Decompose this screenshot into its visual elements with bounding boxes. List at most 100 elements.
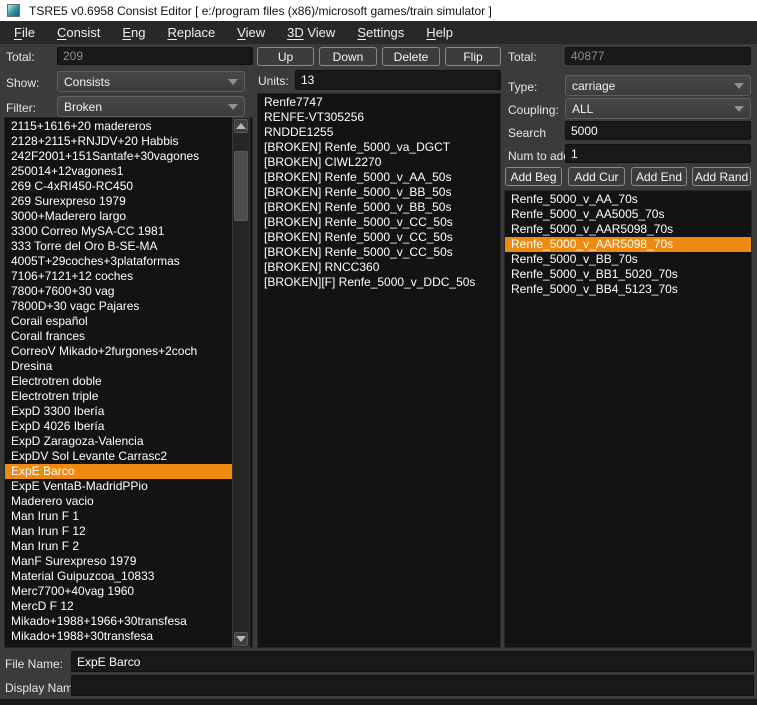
consist-list-item[interactable]: ExpD 3300 Ibería (5, 404, 233, 419)
consist-list-item[interactable]: Corail frances (5, 329, 233, 344)
shape-list-item[interactable]: Renfe_5000_v_BB1_5020_70s (505, 267, 751, 282)
unit-list-item[interactable]: RNDDE1255 (258, 125, 500, 140)
scroll-up-button[interactable] (234, 119, 248, 133)
shape-list-item[interactable]: Renfe_5000_v_AA_70s (505, 192, 751, 207)
show-label: Show: (6, 76, 39, 90)
consist-list-item[interactable]: MercD F 12 (5, 599, 233, 614)
search-field[interactable]: 5000 (565, 121, 751, 140)
consist-list-item[interactable]: 3300 Correo MySA-CC 1981 (5, 224, 233, 239)
menu-view[interactable]: View (226, 21, 276, 44)
add-cur-button[interactable]: Add Cur (568, 167, 625, 186)
down-button[interactable]: Down (319, 47, 377, 66)
consist-list-item[interactable]: Electrotren doble (5, 374, 233, 389)
consist-list-item[interactable]: Mikado+1988+30transfesa (5, 629, 233, 644)
scrollbar-thumb[interactable] (234, 151, 248, 221)
consist-list-item[interactable]: ExpE VentaB-MadridPPio (5, 479, 233, 494)
shape-list-item[interactable]: Renfe_5000_v_AAR5098_70s (505, 222, 751, 237)
unit-list-item[interactable]: [BROKEN] Renfe_5000_v_BB_50s (258, 200, 500, 215)
display-name-field[interactable] (71, 675, 754, 696)
arrow-down-icon (236, 636, 246, 642)
consist-list-item[interactable]: ExpE Barco (5, 464, 233, 479)
up-button[interactable]: Up (257, 47, 314, 66)
unit-list: Renfe7747RENFE-VT305256RNDDE1255[BROKEN]… (257, 93, 501, 648)
consist-list-item[interactable]: 7106+7121+12 coches (5, 269, 233, 284)
consist-list-scrollbar[interactable] (232, 117, 250, 648)
consist-list-item[interactable]: Merc7700+40vag 1960 (5, 584, 233, 599)
menu-settings[interactable]: Settings (346, 21, 415, 44)
num-to-add-field[interactable]: 1 (565, 144, 751, 163)
consist-list-item[interactable]: ManF Surexpreso 1979 (5, 554, 233, 569)
consist-list-item[interactable]: 269 C-4xRI450-RC450 (5, 179, 233, 194)
unit-list-item[interactable]: [BROKEN] Renfe_5000_v_CC_50s (258, 230, 500, 245)
unit-list-item[interactable]: [BROKEN] Renfe_5000_va_DGCT (258, 140, 500, 155)
consist-list-item[interactable]: 2115+1616+20 madereros (5, 119, 233, 134)
filter-dropdown[interactable]: Broken (57, 96, 245, 117)
menu-eng[interactable]: Eng (111, 21, 156, 44)
tsre5-consist-editor-window: TSRE5 v0.6958 Consist Editor [ e:/progra… (0, 0, 757, 705)
consist-list-item[interactable]: 7800+7600+30 vag (5, 284, 233, 299)
consist-list-item[interactable]: 2128+2115+RNJDV+20 Habbis (5, 134, 233, 149)
consist-list-item[interactable]: 333 Torre del Oro B-SE-MA (5, 239, 233, 254)
unit-list-item[interactable]: [BROKEN] Renfe_5000_v_AA_50s (258, 170, 500, 185)
add-rand-button[interactable]: Add Rand (692, 167, 751, 186)
shape-list-item[interactable]: Renfe_5000_v_BB_70s (505, 252, 751, 267)
file-name-field[interactable]: ExpE Barco (71, 651, 754, 672)
consist-list-item[interactable]: Maderero vacio (5, 494, 233, 509)
unit-list-item[interactable]: [BROKEN] Renfe_5000_v_CC_50s (258, 215, 500, 230)
menu-help[interactable]: Help (415, 21, 464, 44)
unit-list-item[interactable]: [BROKEN] CIWL2270 (258, 155, 500, 170)
scroll-down-button[interactable] (234, 632, 248, 646)
consist-list-item[interactable]: CorreoV Mikado+2furgones+2coch (5, 344, 233, 359)
units-field[interactable]: 13 (295, 70, 501, 90)
consist-list-item[interactable]: 242F2001+151Santafe+30vagones (5, 149, 233, 164)
consist-list-item[interactable]: 250014+12vagones1 (5, 164, 233, 179)
consist-list-item[interactable]: 4005T+29coches+3plataformas (5, 254, 233, 269)
consist-list-item[interactable]: ExpD Zaragoza-Valencia (5, 434, 233, 449)
consist-list-item[interactable]: Man Irun F 2 (5, 539, 233, 554)
consist-list-item[interactable]: Material Guipuzcoa_10833 (5, 569, 233, 584)
file-name-label: File Name: (5, 657, 63, 671)
consist-list-item[interactable]: Man Irun F 1 (5, 509, 233, 524)
consist-list-item[interactable]: Dresina (5, 359, 233, 374)
add-end-button[interactable]: Add End (631, 167, 687, 186)
type-label: Type: (508, 80, 537, 94)
unit-list-item[interactable]: [BROKEN][F] Renfe_5000_v_DDC_50s (258, 275, 500, 290)
show-dropdown[interactable]: Consists (57, 71, 245, 92)
consist-list-item[interactable]: ExpDV Sol Levante Carrasc2 (5, 449, 233, 464)
menu-replace[interactable]: Replace (156, 21, 226, 44)
chevron-down-icon (228, 79, 238, 85)
shape-list-item[interactable]: Renfe_5000_v_AAR5098_70s (505, 237, 751, 252)
delete-button[interactable]: Delete (382, 47, 440, 66)
consist-total-field: 209 (57, 47, 253, 65)
consist-list-item[interactable]: ExpD 4026 Ibería (5, 419, 233, 434)
unit-list-item[interactable]: RENFE-VT305256 (258, 110, 500, 125)
menu-3d-view[interactable]: 3D View (276, 21, 346, 44)
coupling-label: Coupling: (508, 103, 559, 117)
unit-list-item[interactable]: Renfe7747 (258, 95, 500, 110)
shapes-total-field: 40877 (565, 47, 751, 65)
menu-bar: File Consist Eng Replace View 3D View Se… (0, 21, 757, 44)
consist-list-item[interactable]: 7800D+30 vagc Pajares (5, 299, 233, 314)
unit-list-item[interactable]: [BROKEN] Renfe_5000_v_CC_50s (258, 245, 500, 260)
unit-list-item[interactable]: [BROKEN] Renfe_5000_v_BB_50s (258, 185, 500, 200)
menu-file[interactable]: File (3, 21, 46, 44)
consist-list-item[interactable]: 3000+Maderero largo (5, 209, 233, 224)
type-dropdown[interactable]: carriage (565, 75, 751, 96)
window-title: TSRE5 v0.6958 Consist Editor [ e:/progra… (29, 4, 492, 18)
shape-list-item[interactable]: Renfe_5000_v_AA5005_70s (505, 207, 751, 222)
consist-list-item[interactable]: 269 Surexpreso 1979 (5, 194, 233, 209)
flip-button[interactable]: Flip (445, 47, 501, 66)
unit-list-item[interactable]: [BROKEN] RNCC360 (258, 260, 500, 275)
consist-list-item[interactable]: Corail español (5, 314, 233, 329)
shape-list-item[interactable]: Renfe_5000_v_BB4_5123_70s (505, 282, 751, 297)
coupling-dropdown[interactable]: ALL (565, 98, 751, 119)
app-icon (7, 4, 20, 17)
filter-label: Filter: (6, 101, 36, 115)
shapes-total-label: Total: (508, 50, 537, 64)
consist-list-item[interactable]: Man Irun F 12 (5, 524, 233, 539)
menu-consist[interactable]: Consist (46, 21, 111, 44)
consist-list-item[interactable]: Mikado+1988+1966+30transfesa (5, 614, 233, 629)
consist-list-item[interactable]: Electrotren triple (5, 389, 233, 404)
num-to-add-label: Num to add (508, 149, 570, 163)
add-beg-button[interactable]: Add Beg (505, 167, 562, 186)
